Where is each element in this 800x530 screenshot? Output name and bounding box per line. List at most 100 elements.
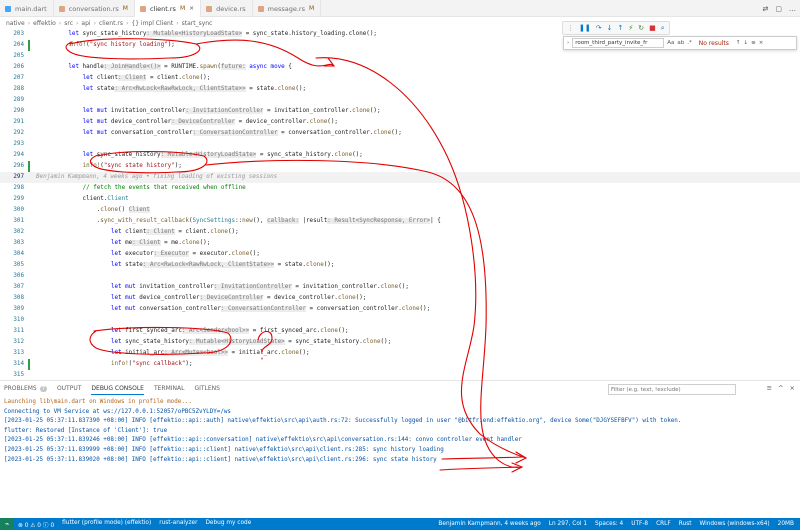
code-line[interactable]: 313 let initial_arc: Arc<Mutex<bool>> = …: [0, 348, 800, 359]
code-line[interactable]: 300 .clone() Client: [0, 205, 800, 216]
code-line[interactable]: 297 Benjamin Kampmann, 4 weeks ago • fixi…: [0, 172, 800, 183]
rust-analyzer-status[interactable]: rust-analyzer: [155, 520, 201, 529]
code-line[interactable]: 310: [0, 315, 800, 326]
drag-handle-icon[interactable]: ⋮: [567, 24, 574, 32]
code-line[interactable]: 296 info!("sync state history");: [0, 161, 800, 172]
maximize-panel-icon[interactable]: ^: [778, 384, 783, 392]
editor-tab-client-rs[interactable]: client.rs M ×: [134, 0, 202, 17]
code-line[interactable]: 312 let sync_state_history: Mutable<Hist…: [0, 337, 800, 348]
code-line[interactable]: 307 let mut invitation_controller: Invit…: [0, 282, 800, 293]
debug-console-filter-input[interactable]: [608, 384, 736, 395]
debug-toolbar: ⋮ ❚❚ ↷ ↓ ↑ ⚡ ↻ ■ ⌕: [562, 21, 670, 35]
find-expand-toggle[interactable]: ›: [567, 40, 569, 46]
encoding-status[interactable]: UTF-8: [627, 521, 652, 527]
breadcrumb-item[interactable]: {} impl Client: [131, 20, 173, 27]
breadcrumb-item[interactable]: start_sync: [182, 20, 213, 27]
debug-session-status[interactable]: flutter (profile mode) (effektio): [58, 520, 155, 529]
code-line[interactable]: 205: [0, 51, 800, 62]
editor-tab-main-dart[interactable]: main.dart: [0, 0, 54, 17]
code-line[interactable]: 305 let state: Arc<RwLock<RawRwLock, Cli…: [0, 260, 800, 271]
match-word-toggle[interactable]: ab: [677, 40, 684, 46]
code-line[interactable]: 308 let mut device_controller: DeviceCon…: [0, 293, 800, 304]
code-editor[interactable]: 203 let sync_state_history: Mutable<Hist…: [0, 29, 800, 380]
split-editor-icon[interactable]: ⇄: [763, 5, 769, 13]
layout-icon[interactable]: ▢: [775, 5, 782, 13]
search-icon[interactable]: ⌕: [661, 24, 665, 33]
breadcrumb-item[interactable]: effektio: [33, 20, 56, 27]
breadcrumb-item[interactable]: src: [64, 20, 73, 27]
device-status[interactable]: Windows (windows-x64): [695, 521, 773, 527]
restart-icon[interactable]: ↻: [638, 24, 644, 32]
debug-my-code-status[interactable]: Debug my code: [201, 520, 255, 529]
breadcrumb-item[interactable]: native: [6, 20, 25, 27]
code-line[interactable]: 298 // fetch the events that received wh…: [0, 183, 800, 194]
find-result-count: No results: [698, 39, 729, 47]
code-line[interactable]: 311 let first_synced_arc: Arc<Sender<boo…: [0, 326, 800, 337]
regex-toggle[interactable]: .*: [687, 40, 692, 46]
git-blame-status[interactable]: Benjamin Kampmann, 4 weeks ago: [434, 521, 544, 527]
stop-icon[interactable]: ■: [649, 24, 656, 32]
clear-console-icon[interactable]: ≡: [767, 384, 772, 392]
code-line[interactable]: 290 let mut invitation_controller: Invit…: [0, 106, 800, 117]
next-match-button[interactable]: ↓: [744, 40, 749, 46]
code-line[interactable]: 314 info!("sync callback");: [0, 359, 800, 370]
code-line[interactable]: 293: [0, 139, 800, 150]
code-line[interactable]: 299 client.Client: [0, 194, 800, 205]
code-line[interactable]: 207 let client: Client = client.clone();: [0, 73, 800, 84]
code-line[interactable]: 292 let mut conversation_controller: Con…: [0, 128, 800, 139]
code-line[interactable]: 289: [0, 95, 800, 106]
find-input[interactable]: [572, 38, 665, 48]
line-number: 289: [13, 97, 24, 103]
editor-tab-conversation-rs[interactable]: conversation.rs M: [54, 0, 135, 17]
console-line: flutter: Restored [Instance of 'Client']…: [4, 427, 168, 434]
panel-tab-terminal[interactable]: TERMINAL: [154, 385, 185, 395]
editor-tab-device-rs[interactable]: device.rs: [201, 0, 253, 17]
code-line[interactable]: 291 let mut device_controller: DeviceCon…: [0, 117, 800, 128]
code-line[interactable]: 315: [0, 370, 800, 380]
panel-tab-gitlens[interactable]: GITLENS: [194, 385, 220, 395]
cursor-position-status[interactable]: Ln 297, Col 1: [545, 521, 591, 527]
step-out-icon[interactable]: ↑: [617, 24, 623, 32]
code-text: let mut device_controller: DeviceControl…: [110, 295, 367, 301]
tab-label: main.dart: [15, 4, 47, 13]
close-find-button[interactable]: ×: [759, 40, 764, 46]
panel-tab-debug-console[interactable]: DEBUG CONSOLE: [91, 385, 144, 395]
indentation-status[interactable]: Spaces: 4: [591, 521, 627, 527]
previous-match-button[interactable]: ↑: [736, 40, 741, 46]
panel-tab-output[interactable]: OUTPUT: [57, 385, 81, 395]
breadcrumb-item[interactable]: client.rs: [99, 20, 123, 27]
breadcrumb-item[interactable]: api: [81, 20, 90, 27]
step-into-icon[interactable]: ↓: [607, 24, 613, 32]
step-over-icon[interactable]: ↷: [596, 24, 602, 32]
memory-status[interactable]: 20MB: [774, 521, 798, 527]
code-line[interactable]: 301 .sync_with_result_callback(SyncSetti…: [0, 216, 800, 227]
editor-tab-message-rs[interactable]: message.rs M: [253, 0, 322, 17]
match-case-toggle[interactable]: Aa: [667, 40, 674, 46]
hot-reload-icon[interactable]: ⚡: [628, 24, 633, 32]
code-line[interactable]: 309 let mut conversation_controller: Con…: [0, 304, 800, 315]
pause-icon[interactable]: ❚❚: [579, 24, 591, 32]
status-bar: ⌁ ⊗ 0 ⚠ 0 ⓘ 0 flutter (profile mode) (eff…: [0, 518, 800, 530]
eol-status[interactable]: CRLF: [652, 521, 675, 527]
code-text: info!("sync callback");: [110, 361, 193, 367]
console-line: [2023-01-25 05:37:11.839246 +08:00] INFO…: [4, 437, 522, 444]
remote-icon[interactable]: ⌁: [0, 518, 14, 530]
language-mode-status[interactable]: Rust: [675, 521, 696, 527]
code-line[interactable]: 303 let me: Client = me.clone();: [0, 238, 800, 249]
console-line: Connecting to VM Service at ws://127.0.0…: [4, 408, 231, 415]
tab-actions: ⇄ ▢ …: [763, 0, 797, 17]
find-in-selection-button[interactable]: ≡: [751, 40, 756, 46]
debug-console-output[interactable]: Launching lib\main.dart on Windows in pr…: [4, 398, 796, 465]
code-line[interactable]: 288 let state: Arc<RwLock<RawRwLock, Cli…: [0, 84, 800, 95]
line-number: 206: [13, 64, 24, 70]
code-line[interactable]: 304 let executor: Executor = executor.cl…: [0, 249, 800, 260]
problems-status[interactable]: ⊗ 0 ⚠ 0 ⓘ 0: [14, 520, 58, 529]
close-tab-icon[interactable]: ×: [189, 5, 194, 12]
code-line[interactable]: 306: [0, 271, 800, 282]
panel-tab-problems[interactable]: PROBLEMS 7: [4, 385, 47, 395]
code-line[interactable]: 294 let sync_state_history: Mutable<Hist…: [0, 150, 800, 161]
code-line[interactable]: 206 let handle: JoinHandle<()> = RUNTIME…: [0, 62, 800, 73]
code-line[interactable]: 302 let client: Client = client.clone();: [0, 227, 800, 238]
close-panel-icon[interactable]: ×: [790, 384, 795, 392]
more-actions-icon[interactable]: …: [789, 5, 796, 13]
